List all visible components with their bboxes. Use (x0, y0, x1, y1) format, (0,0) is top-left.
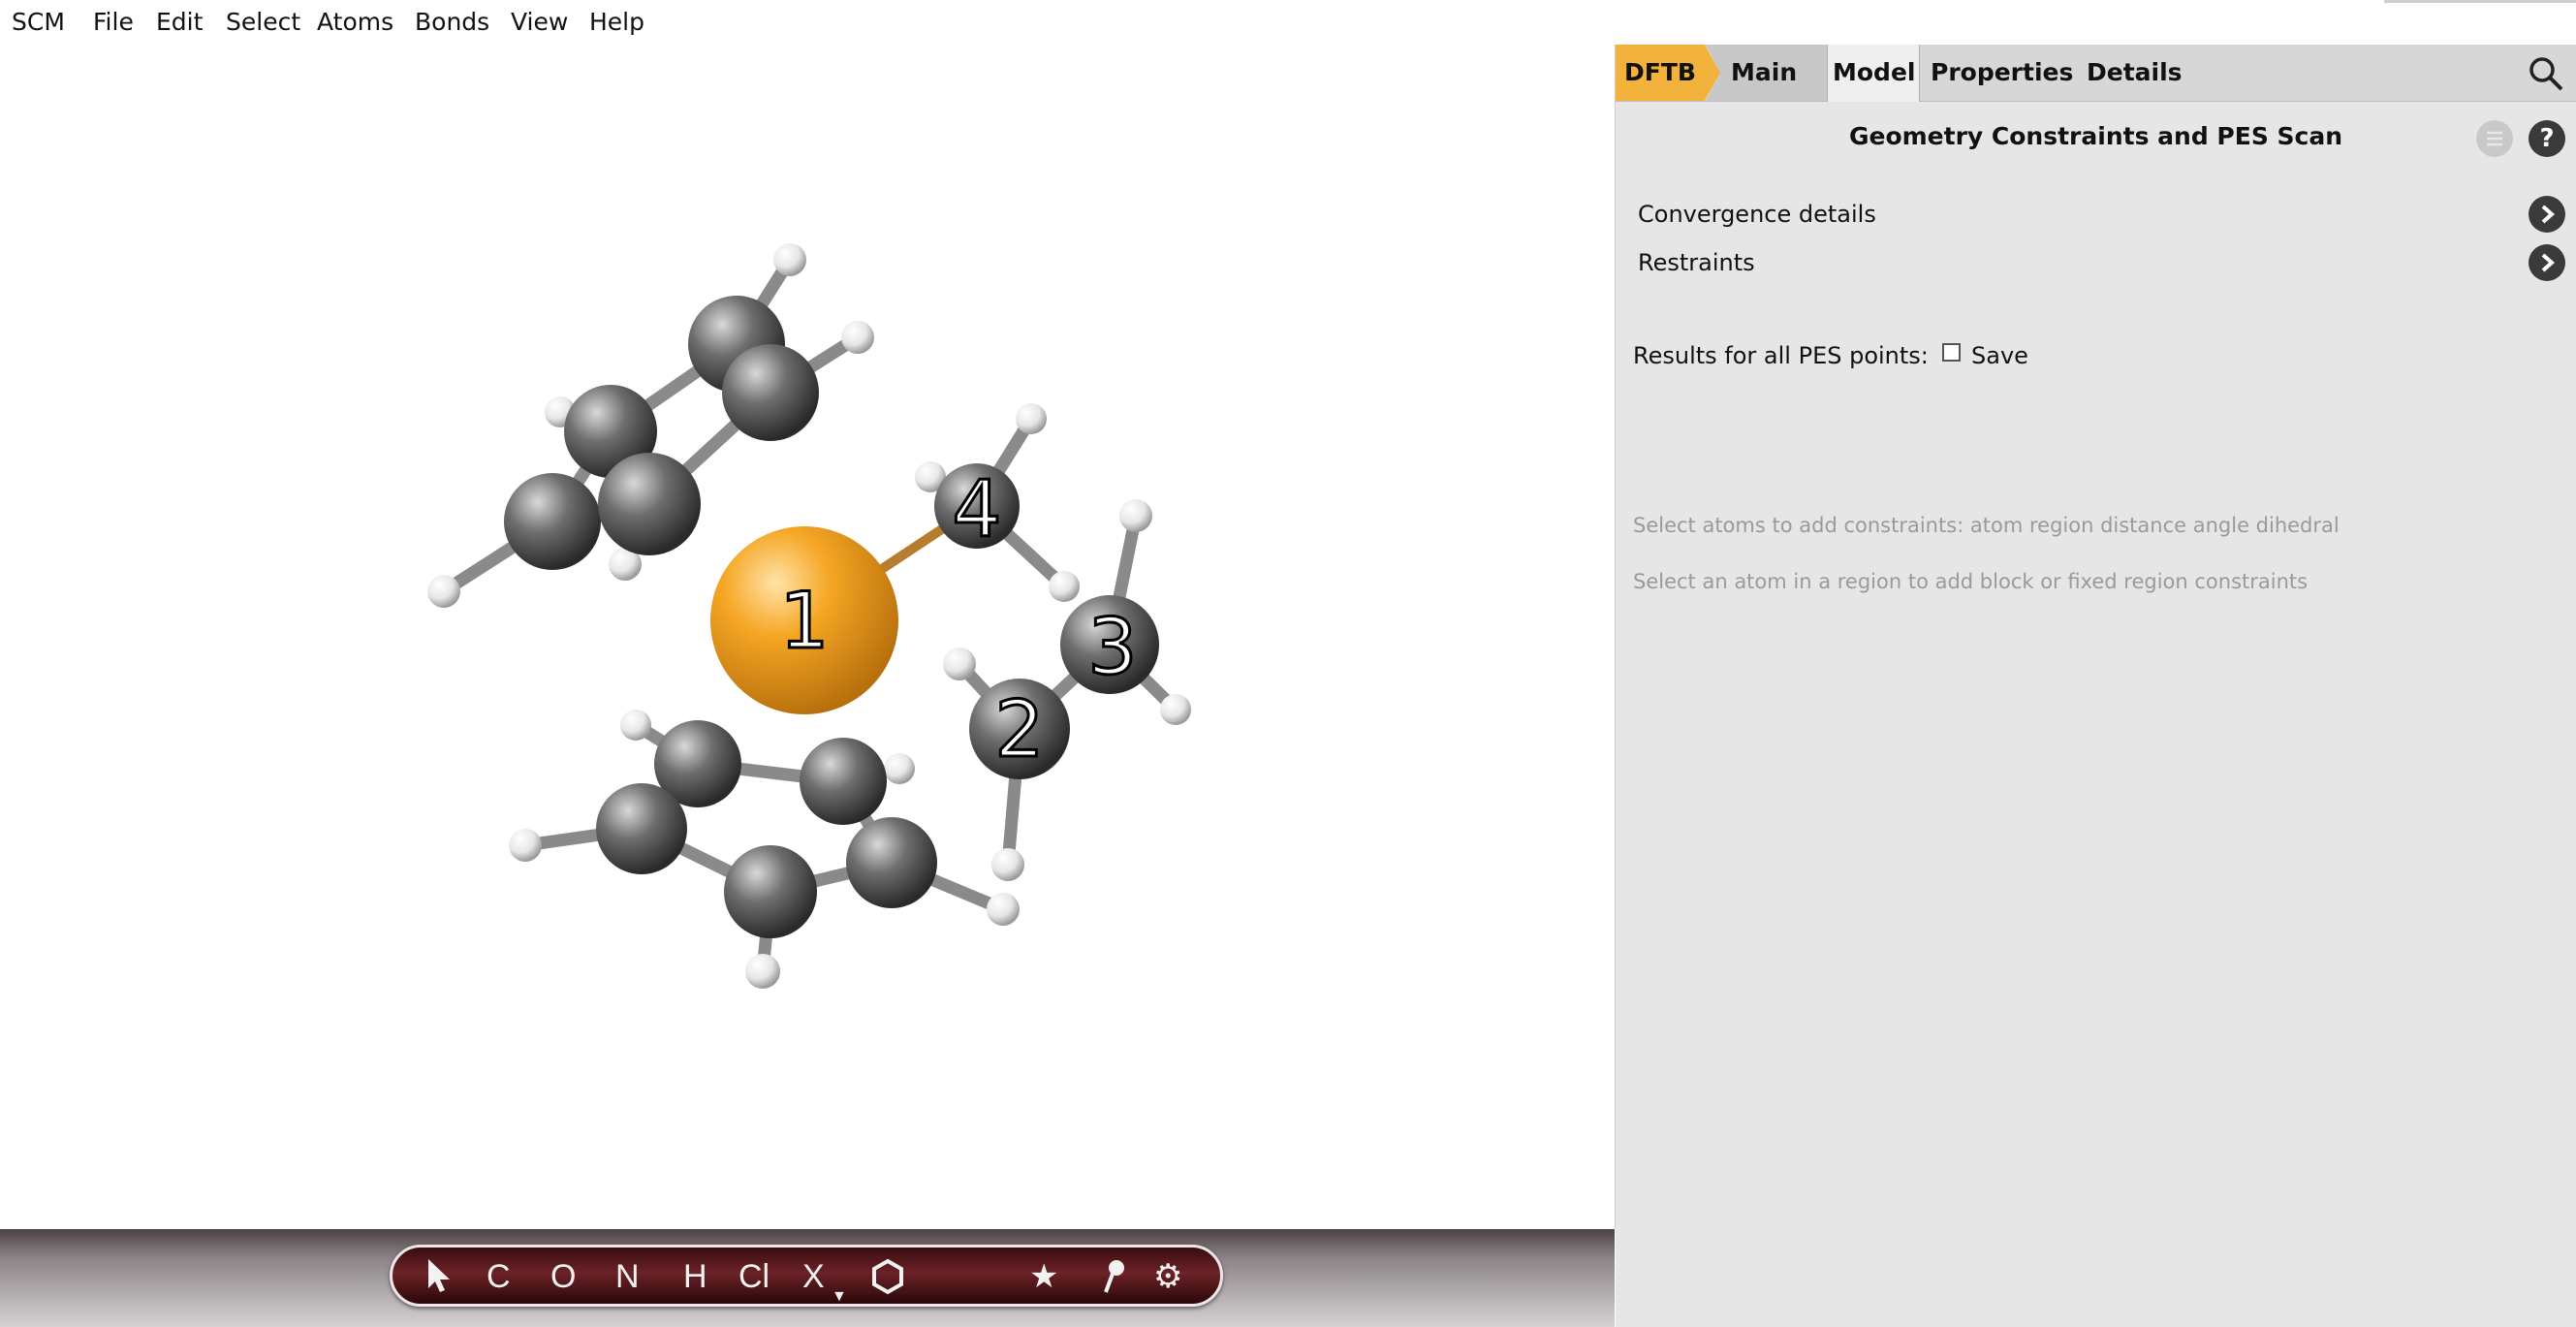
results-pes-label: Results for all PES points: (1633, 342, 1929, 369)
molecule-viewport[interactable]: 1 2 3 4 (0, 45, 1616, 1229)
hint-region: Select an atom in a region to add block … (1633, 570, 2309, 593)
menu-lines-icon[interactable] (2476, 120, 2513, 157)
tab-properties-label[interactable]: Properties (1931, 58, 2073, 86)
ring-hexagon-icon[interactable] (870, 1257, 905, 1305)
molecule-drawing[interactable]: 1 2 3 4 (0, 45, 1615, 1229)
menu-atoms[interactable]: Atoms (317, 8, 393, 36)
select-pointer-icon[interactable] (424, 1257, 454, 1303)
dropdown-triangle-icon[interactable]: ▼ (832, 1278, 847, 1316)
search-icon[interactable] (2528, 55, 2564, 96)
menu-help[interactable]: Help (589, 8, 644, 36)
tab-dftb-label[interactable]: DFTB (1624, 58, 1696, 86)
tool-carbon[interactable]: C (487, 1257, 511, 1296)
menu-edit[interactable]: Edit (156, 8, 203, 36)
menu-view[interactable]: View (511, 8, 568, 36)
menu-bar: SCM File Edit Select Atoms Bonds View He… (0, 0, 2576, 45)
menu-file[interactable]: File (93, 8, 134, 36)
restraints-chevron-right-icon[interactable] (2529, 244, 2565, 281)
tab-details-label[interactable]: Details (2087, 58, 2183, 86)
tab-main-label[interactable]: Main (1731, 58, 1797, 86)
hint-constraints: Select atoms to add constraints: atom re… (1633, 514, 2340, 537)
tab-model-label[interactable]: Model (1833, 58, 1915, 86)
tool-other-element[interactable]: X (802, 1257, 825, 1296)
menu-bonds[interactable]: Bonds (415, 8, 489, 36)
convergence-details-label[interactable]: Convergence details (1638, 201, 1876, 228)
menu-select[interactable]: Select (226, 8, 300, 36)
tool-hydrogen[interactable]: H (683, 1257, 707, 1296)
panel-title: Geometry Constraints and PES Scan (1848, 122, 2343, 150)
atom-label-1: 1 (780, 576, 830, 666)
atom-label-2: 2 (995, 684, 1045, 774)
tool-oxygen[interactable]: O (550, 1257, 576, 1296)
save-label: Save (1971, 342, 2028, 369)
atom-label-3: 3 (1088, 602, 1138, 692)
tool-chlorine[interactable]: Cl (738, 1257, 770, 1296)
convergence-chevron-right-icon[interactable] (2529, 196, 2565, 233)
menu-scm[interactable]: SCM (12, 8, 65, 36)
help-icon[interactable]: ? (2529, 120, 2565, 157)
gear-icon[interactable]: ⚙ (1153, 1257, 1182, 1296)
atom-label-4: 4 (953, 464, 1002, 554)
window-edge (2384, 0, 2576, 3)
tool-nitrogen[interactable]: N (615, 1257, 640, 1296)
properties-panel (1616, 45, 2576, 1327)
restraints-label[interactable]: Restraints (1638, 249, 1755, 276)
pin-icon[interactable] (1100, 1257, 1129, 1305)
save-pes-checkbox[interactable] (1942, 343, 1961, 362)
star-icon[interactable]: ★ (1029, 1257, 1058, 1296)
